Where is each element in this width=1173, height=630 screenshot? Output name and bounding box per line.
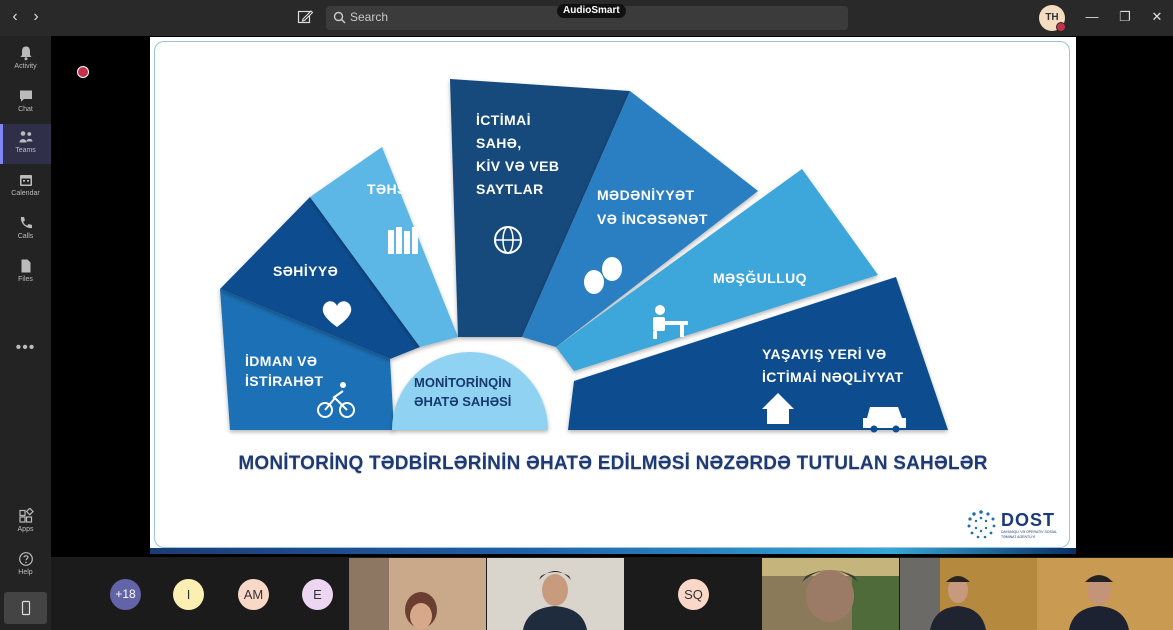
center-label: MONİTORİNQİN ƏHATƏ SAHƏSİ [414,375,512,409]
participant-video[interactable] [762,558,899,630]
participant-video-frame [487,558,624,630]
participant-avatar[interactable]: I [173,579,204,610]
dost-logo: DOST DAYANIQLI VƏ OPERATİV SOSİAL TƏMİNA… [964,508,1068,546]
chat-icon [19,90,32,102]
bell-icon [20,46,31,61]
device-settings-button[interactable] [4,592,47,624]
status-dot [1056,22,1066,32]
logo-dots-icon [967,510,996,539]
close-button[interactable]: ✕ [1149,9,1165,25]
teams-icon [19,131,32,143]
participant-video-frame [762,558,899,630]
rail-item-calendar[interactable]: Calendar [0,167,51,207]
participant-video[interactable] [487,558,624,630]
compose-icon[interactable] [297,9,313,25]
search-icon [333,11,346,24]
mobile-icon [21,600,30,616]
segment-label-medeniyyet: MƏDƏNİYYƏT VƏ İNCƏSƏNƏT [597,187,708,227]
search-placeholder: Search [350,10,389,24]
app-rail: Activity Chat Teams Calendar Calls Files… [0,36,51,630]
apps-icon [18,508,34,523]
participant-video[interactable] [900,558,1037,630]
participant-video[interactable] [1037,558,1173,630]
rail-item-teams[interactable]: Teams [0,124,51,164]
rail-item-files[interactable]: Files [0,253,51,293]
participant-video-frame [900,558,1037,630]
segment-label-yasayis: YAŞAYIŞ YERİ VƏ İCTİMAİ NƏQLİYYAT [762,346,904,385]
participant-video-frame [1037,558,1173,630]
rail-item-activity[interactable]: Activity [0,40,51,80]
shared-slide: İDMAN VƏ İSTİRAHƏT SƏHİYYƏ TƏHSİL İCTİMA… [150,37,1076,554]
recording-indicator [77,66,89,78]
rail-item-calls[interactable]: Calls [0,210,51,250]
rail-item-apps[interactable]: Apps [0,503,51,543]
rail-label: Files [18,276,33,283]
segment-label-idman: İDMAN VƏ İSTİRAHƏT [245,353,324,389]
segment-label-tehsil: TƏHSİL [367,181,421,197]
participant-video-frame [349,558,486,630]
back-button[interactable]: ‹ [8,8,22,26]
forward-button[interactable]: › [29,8,43,26]
rail-label: Calls [17,233,34,240]
segment-label-ictimai: İCTİMAİ SAHƏ, KİV VƏ VEB SAYTLAR [476,112,560,197]
file-icon [21,259,30,273]
logo-subtitle: DAYANIQLI VƏ OPERATİV SOSİAL TƏMİNAT AGE… [1001,530,1057,539]
rail-label: Chat [18,106,33,113]
more-apps-button[interactable]: ••• [0,339,51,357]
title-bar: ‹ › Search AudioSmart TH — ❐ ✕ [0,0,1173,36]
participant-avatar[interactable]: SQ [678,579,709,610]
slide-accent-bar [150,548,1076,554]
rail-item-help[interactable]: Help [0,546,51,586]
phone-icon [20,217,32,229]
slide-title: MONİTORİNQ TƏDBİRLƏRİNİN ƏHATƏ EDİLMƏSİ … [238,453,988,474]
participant-video[interactable] [349,558,486,630]
logo-wordmark: DOST [1001,510,1056,530]
recorder-badge: AudioSmart [557,4,626,18]
minimize-button[interactable]: — [1084,9,1100,25]
participant-avatar[interactable]: AM [238,579,269,610]
segment-label-sehiyye: SƏHİYYƏ [273,263,339,279]
calendar-icon [19,175,32,186]
rail-label: Teams [15,147,36,154]
participant-avatar[interactable]: E [302,579,333,610]
rail-label: Activity [14,63,37,70]
segment-label-mesgulluq: MƏŞĞULLUQ [713,270,807,286]
rail-label: Help [18,569,33,576]
rail-label: Apps [17,526,34,533]
rail-item-chat[interactable]: Chat [0,83,51,123]
help-icon [18,552,33,566]
participants-overflow-button[interactable]: +18 [110,579,141,610]
maximize-button[interactable]: ❐ [1117,9,1133,25]
rail-label: Calendar [11,190,40,197]
